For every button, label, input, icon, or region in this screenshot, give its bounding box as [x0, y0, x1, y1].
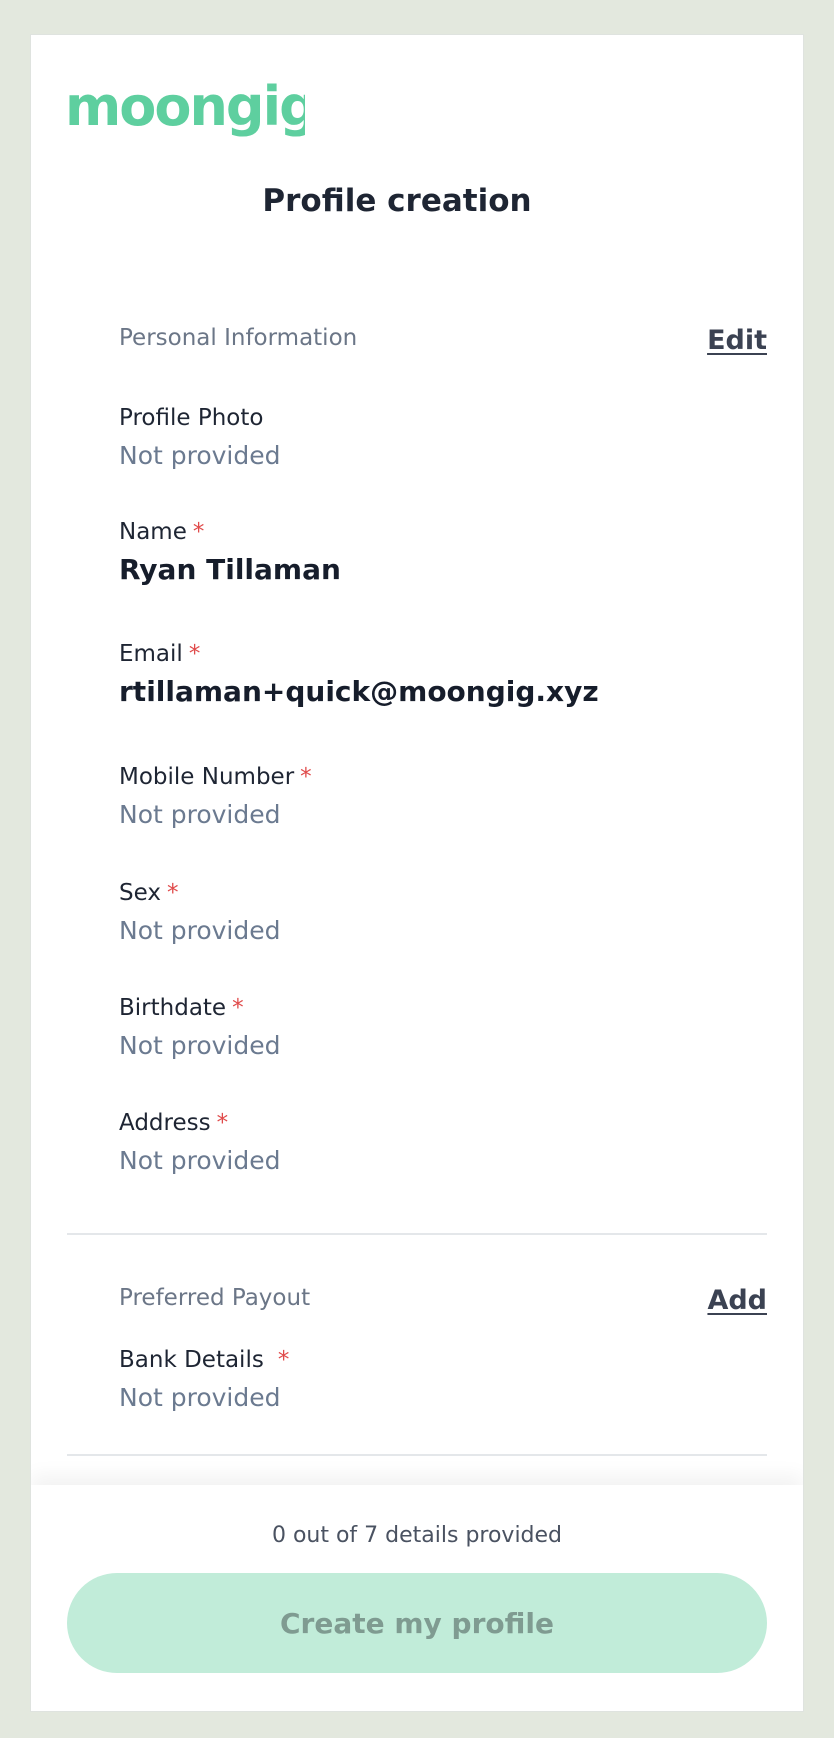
field-email: Email * rtillaman+quick@moongig.xyz	[119, 639, 599, 711]
field-label: Name *	[119, 519, 205, 545]
progress-text: 0 out of 7 details provided	[271, 1523, 563, 1548]
field-value: Not provided	[119, 441, 281, 470]
field-label: Mobile Number *	[119, 764, 312, 790]
page-title: Profile creation	[262, 183, 532, 219]
field-value: Not provided	[119, 1031, 281, 1060]
payout-heading: Preferred Payout	[119, 1285, 311, 1311]
field-address: Address * Not provided	[119, 1108, 281, 1180]
field-value: rtillaman+quick@moongig.xyz	[119, 675, 599, 708]
required-marker: *	[300, 764, 312, 790]
required-marker: *	[232, 995, 244, 1021]
field-label: Birthdate *	[119, 995, 244, 1021]
field-name: Name * Ryan Tillaman	[119, 517, 341, 589]
required-marker: *	[192, 519, 205, 545]
required-marker: *	[216, 1110, 229, 1136]
field-label: Sex *	[119, 880, 179, 906]
field-label: Email *	[119, 641, 201, 667]
field-label: Bank Details *	[119, 1347, 290, 1373]
moongig-logo-mark: moongig	[65, 75, 305, 138]
section-divider	[67, 1233, 767, 1235]
field-value: Not provided	[119, 800, 281, 829]
field-birthdate: Birthdate * Not provided	[119, 993, 281, 1065]
required-marker: *	[277, 1347, 290, 1373]
moongig-logo: moongig	[65, 73, 305, 143]
field-bank-details: Bank Details * Not provided	[119, 1345, 289, 1417]
required-marker: *	[166, 880, 179, 906]
field-sex: Sex * Not provided	[119, 878, 281, 950]
logo-text: moongig	[65, 75, 305, 138]
create-profile-button[interactable]: Create my profile	[67, 1573, 767, 1673]
field-value: Not provided	[119, 916, 281, 945]
field-profile-photo: Profile Photo Not provided	[119, 403, 281, 475]
field-label: Address *	[119, 1110, 229, 1136]
field-value: Not provided	[119, 1146, 281, 1175]
edit-personal-info-link[interactable]: Edit	[707, 325, 767, 356]
section-divider	[67, 1454, 767, 1456]
required-marker: *	[188, 641, 201, 667]
personal-info-heading: Personal Information	[119, 325, 358, 351]
field-value: Ryan Tillaman	[119, 553, 341, 586]
footer-bar: 0 out of 7 details provided Create my pr…	[31, 1485, 803, 1711]
field-mobile-number: Mobile Number * Not provided	[119, 762, 312, 834]
profile-card: moongig Profile creation Personal Inform…	[30, 34, 804, 1712]
field-value: Not provided	[119, 1383, 281, 1412]
add-payout-link[interactable]: Add	[707, 1285, 767, 1316]
field-label: Profile Photo	[119, 405, 264, 431]
